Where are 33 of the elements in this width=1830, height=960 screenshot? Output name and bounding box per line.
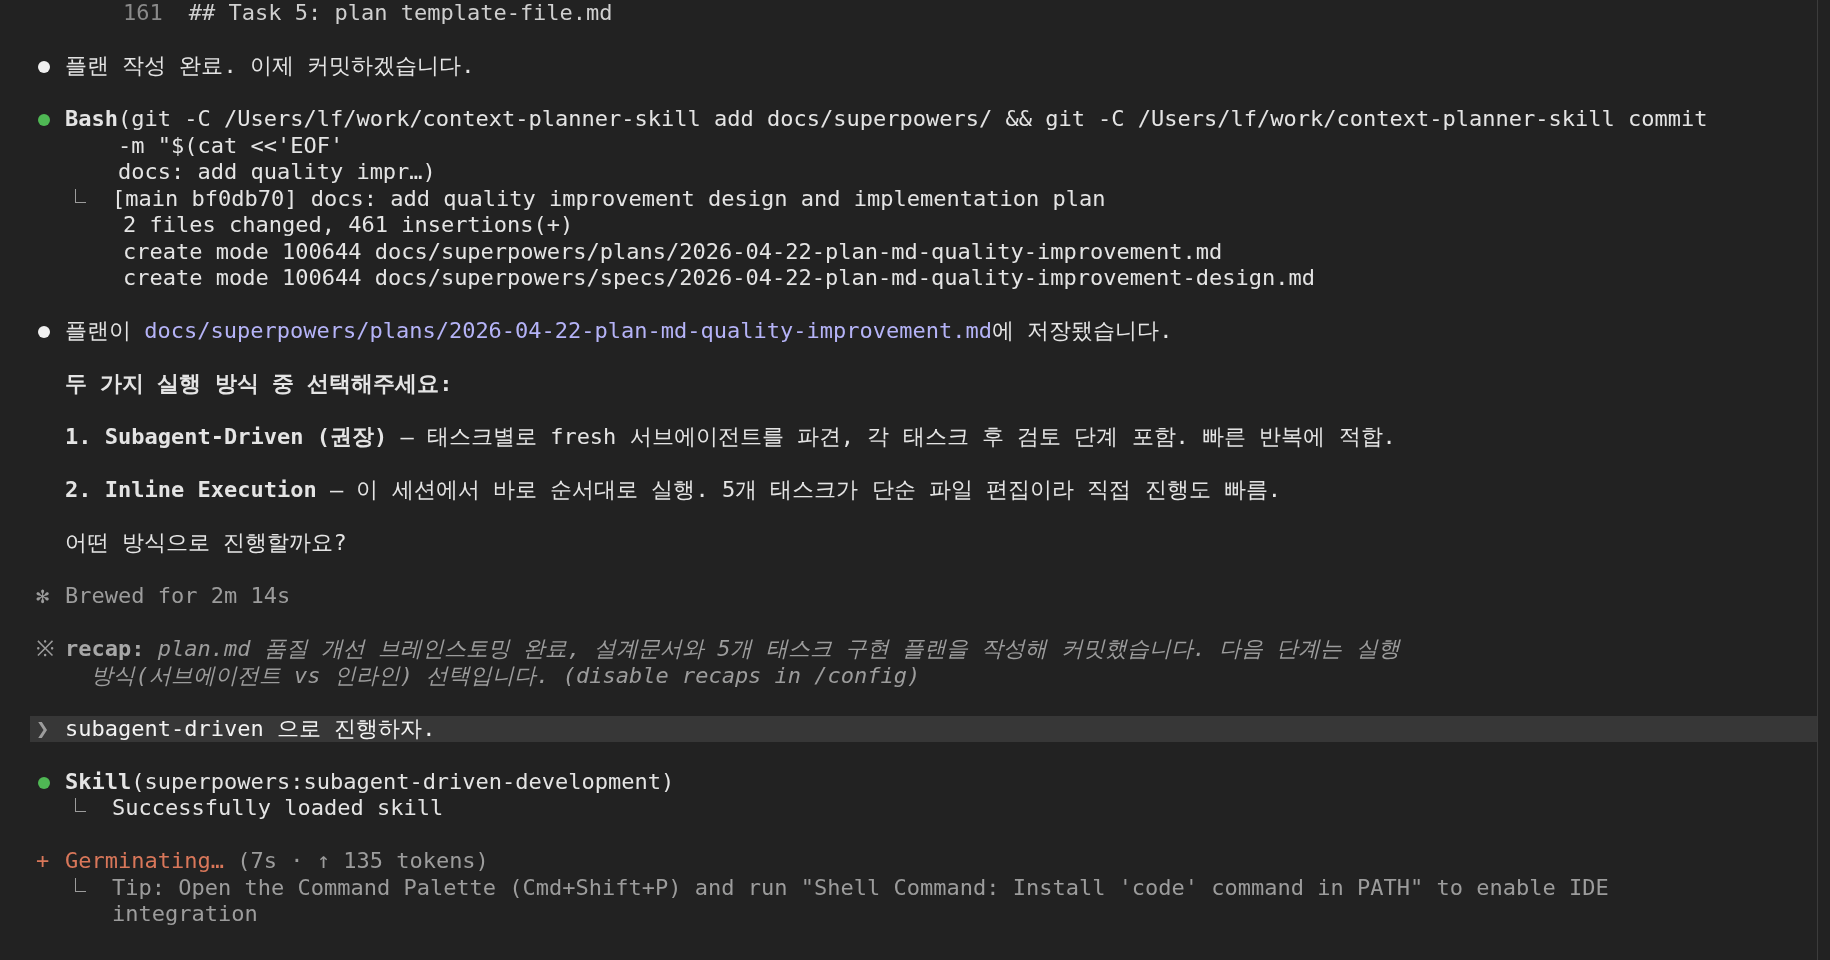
- command-text: Skill(superpowers:subagent-driven-development): [65, 768, 676, 795]
- output-text: 2 files changed, 461 insertions(+): [123, 212, 574, 239]
- prompt-text: subagent-driven 으로 진행하자.: [65, 715, 437, 742]
- recap-text: recap: plan.md 품질 개선 브레인스토밍 완료, 설계문서와 5개 태스크 구현 플랜을 작성해 커밋했습니다. 다음 단계는 실행 방식(서브에이전트 vs 인라인) 선택입니다. (disable recaps in /config): [65, 636, 1402, 689]
- status-detail: (7s · ↑ 135 tokens): [237, 848, 489, 873]
- message-text: 어떤 방식으로 진행할까요?: [65, 530, 348, 557]
- tree-branch-icon: [75, 798, 86, 812]
- tree-branch-icon: [75, 877, 86, 892]
- status-label: Germinating…: [65, 848, 224, 873]
- elapsed-text: Brewed for 2m 14s: [65, 583, 292, 610]
- code-text: ## Task 5: plan template-file.md: [188, 0, 613, 25]
- message-text: 플랜이 docs/superpowers/plans/2026-04-22-plan-md-quality-improvement.md에 저장됐습니다.: [65, 318, 1174, 345]
- status-dot: [38, 776, 50, 789]
- prompt-icon: ❯: [36, 715, 50, 742]
- output-text: Tip: Open the Command Palette (Cmd+Shift+P) and run "Shell Command: Install 'code' command in PATH" to enable IDE integration: [112, 874, 1609, 928]
- message-text: 1. Subagent-Driven (권장) — 태스크별로 fresh 서브에이전트를 파견, 각 태스크 후 검토 단계 포함. 빠른 반복에 적합.: [65, 424, 1397, 451]
- output-text: create mode 100644 docs/superpowers/plans/2026-04-22-plan-md-quality-improvement.md: [123, 238, 1223, 265]
- output-text: create mode 100644 docs/superpowers/specs/2026-04-22-plan-md-quality-improvement-design.md: [123, 265, 1316, 292]
- message-text: 2. Inline Execution — 이 세션에서 바로 순서대로 실행. 5개 태스크가 단순 파일 편집이라 직접 진행도 빠름.: [65, 477, 1283, 504]
- message-text: 플랜 작성 완료. 이제 커밋하겠습니다.: [65, 53, 476, 80]
- output-text: Successfully loaded skill: [112, 795, 444, 822]
- message-text: 두 가지 실행 방식 중 선택해주세요:: [65, 371, 454, 398]
- line-number: 161: [123, 0, 163, 25]
- command-text: Bash(git -C /Users/lf/work/context-planner-skill add docs/superpowers/ && git -C /Users/lf/work/context-planner-skill commit -m "$(cat <<'EOF' docs: add quality impr…): [65, 106, 1709, 186]
- bullet-icon: [38, 326, 50, 338]
- bullet-icon: [38, 61, 50, 73]
- file-link[interactable]: docs/superpowers/plans/2026-04-22-plan-md-quality-improvement.md: [144, 318, 992, 343]
- reference-mark-icon: ※: [36, 636, 54, 663]
- asterisk-icon: ✻: [36, 583, 50, 610]
- plus-icon: +: [36, 848, 50, 875]
- output-text: [main bf0db70] docs: add quality improvement design and implementation plan: [112, 185, 1106, 212]
- tree-branch-icon: [75, 188, 86, 203]
- status-dot: [38, 114, 50, 126]
